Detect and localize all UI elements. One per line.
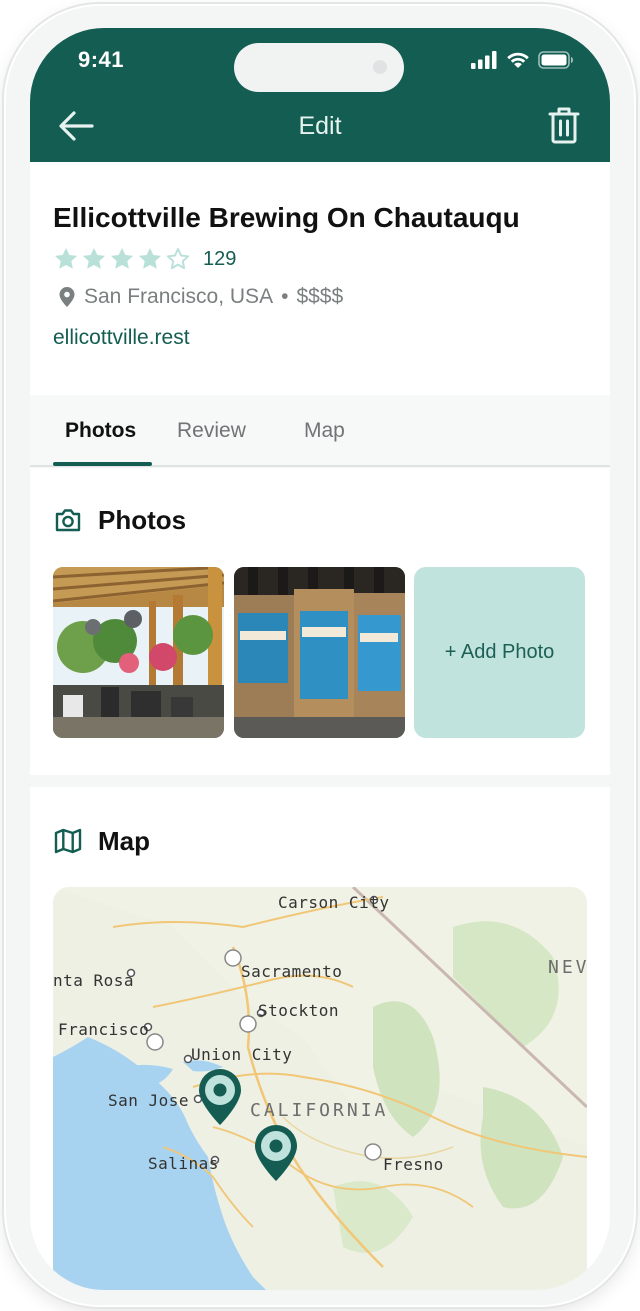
star-icon [138,247,162,269]
map-header: Map [54,825,150,857]
delete-button[interactable] [544,104,584,146]
map-label-stockton: Stockton [258,1001,340,1020]
beer-photo [234,567,405,738]
top-bar: 9:41 Edit [30,28,610,162]
star-rating [53,246,191,272]
tab-photos[interactable]: Photos [65,419,136,443]
map-marker-icon [199,1069,241,1125]
status-time: 9:41 [78,47,125,72]
signal-icon [471,51,497,69]
map-marker-icon [255,1125,297,1181]
price-level: $$$$ [296,285,344,308]
map-background [53,887,587,1290]
review-count: 129 [203,247,237,270]
map-label-union-city: Union City [191,1045,293,1064]
map-label-california: CALIFORNIA [250,1100,389,1121]
map-section: Map Carson City Sacramento nta Rosa Stoc… [30,787,610,1290]
add-photo-button[interactable]: + Add Photo [414,567,585,738]
app-screen: 9:41 Edit Ellicottville Brewing On Chaut… [30,28,610,1290]
map-label-fresno: Fresno [383,1155,444,1174]
star-icon [54,247,78,269]
map-pin[interactable] [252,1123,300,1183]
map-icon [54,828,82,854]
photos-section: Photos + Add Photo [30,468,610,775]
trash-icon [548,107,580,144]
map-label-carson-city: Carson City [278,893,390,912]
camera-icon [55,509,81,532]
photo-thumbnail-patio[interactable] [53,567,224,738]
map-label-santa-rosa: nta Rosa [53,971,135,990]
map-label-salinas: Salinas [148,1154,219,1173]
map-title: Map [98,825,150,856]
location-text: San Francisco, USA [84,285,274,308]
map-label-francisco: Francisco [58,1020,150,1039]
tab-review[interactable]: Review [177,419,246,443]
photos-title: Photos [98,504,187,535]
tab-map[interactable]: Map [304,419,345,443]
page-title: Edit [298,112,342,140]
wifi-icon [507,52,529,68]
place-header: Ellicottville Brewing On Chautauqu 129 S… [30,162,610,395]
active-tab-indicator [53,462,152,466]
location-row: San Francisco, USA • $$$$ [58,282,343,312]
place-name: Ellicottville Brewing On Chautauqu [53,202,520,233]
map-label-nevada: NEV [548,957,587,978]
battery-icon [538,51,573,69]
photo-thumbnail-beer[interactable] [234,567,405,738]
status-icons [471,50,574,70]
star-icon [110,247,134,269]
dynamic-island [234,43,404,92]
patio-photo [53,567,224,738]
camera-dot [373,60,387,74]
tab-bar: Photos Review Map [30,395,610,467]
map-pin[interactable] [196,1067,244,1127]
map-label-sacramento: Sacramento [241,962,343,981]
star-icon [82,247,106,269]
rating-row: 129 [53,244,236,274]
meta-separator: • [281,285,289,308]
map-view[interactable]: Carson City Sacramento nta Rosa Stockton… [53,887,587,1290]
photos-header: Photos [54,504,186,536]
location-pin-icon [59,287,75,307]
star-outline-icon [166,248,190,270]
website-link[interactable]: ellicottville.rest [53,326,190,350]
map-label-san-jose: San Jose [108,1091,190,1110]
